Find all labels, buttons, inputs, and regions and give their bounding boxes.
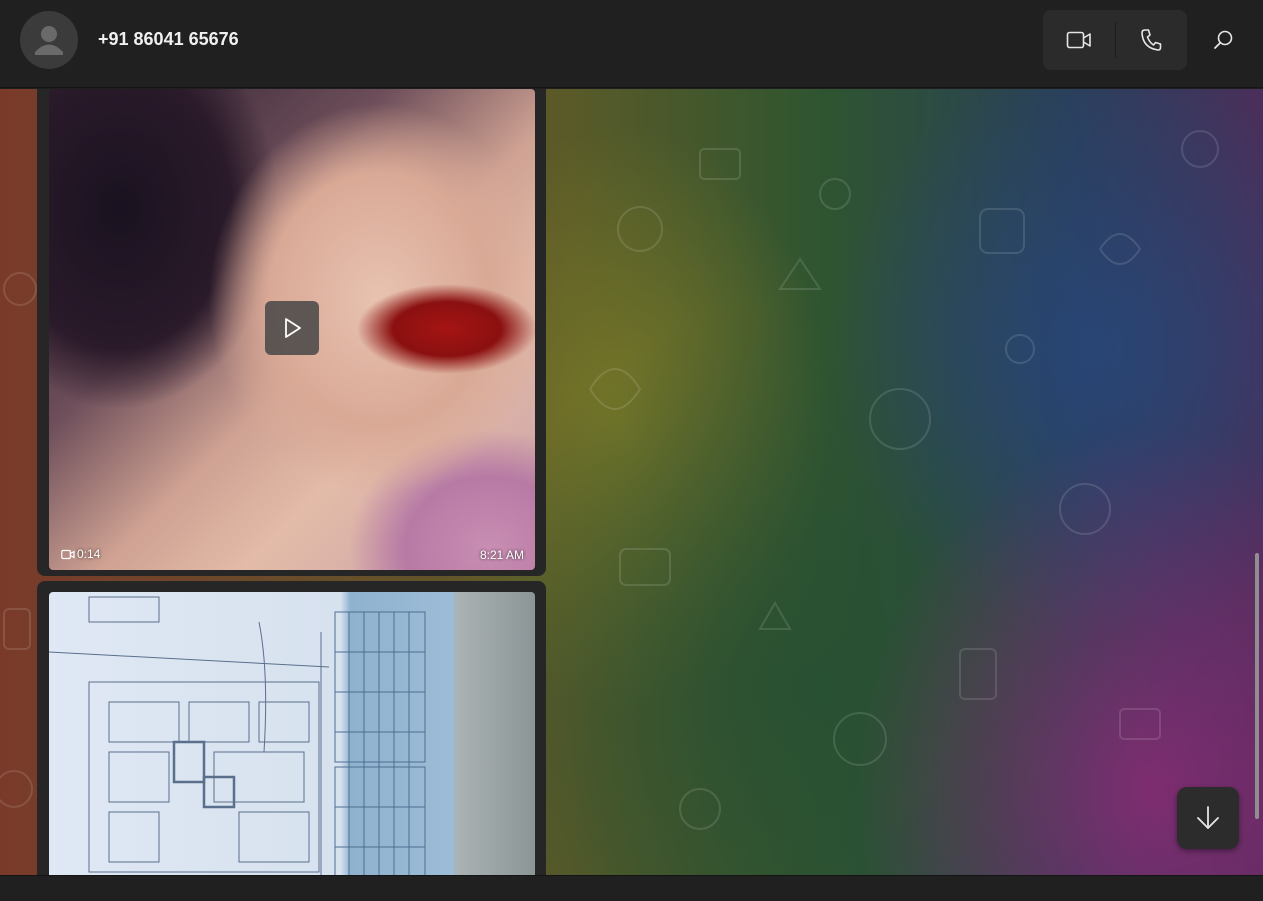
scrollbar-thumb[interactable] [1255, 553, 1259, 819]
phone-icon [1141, 29, 1162, 51]
message-composer-bar [0, 875, 1263, 901]
chat-header: +91 86041 65676 [0, 0, 1263, 88]
person-placeholder-icon [35, 26, 63, 55]
message-time: 8:21 AM [479, 548, 524, 562]
voice-call-button[interactable] [1115, 10, 1187, 70]
video-icon [61, 549, 75, 559]
video-thumbnail[interactable]: 0:14 8:21 AM [49, 89, 535, 570]
search-button[interactable] [1200, 18, 1246, 62]
image-thumbnail[interactable] [49, 592, 535, 875]
video-message-bubble: 0:14 8:21 AM [37, 89, 546, 576]
play-icon [285, 318, 301, 338]
scroll-to-bottom-button[interactable] [1177, 787, 1239, 849]
play-button[interactable] [265, 301, 319, 355]
video-duration: 0:14 [61, 547, 100, 561]
contact-name[interactable]: +91 86041 65676 [98, 29, 239, 50]
chat-message-area[interactable]: 0:14 8:21 AM [0, 89, 1263, 875]
call-button-group [1043, 10, 1187, 70]
image-message-bubble [37, 581, 546, 875]
contact-avatar[interactable] [20, 11, 78, 69]
video-duration-label: 0:14 [77, 547, 101, 561]
floor-plan-image [49, 596, 426, 875]
video-call-button[interactable] [1043, 10, 1115, 70]
video-camera-icon [1066, 31, 1091, 49]
search-icon [1214, 30, 1233, 49]
arrow-down-icon [1197, 806, 1219, 829]
